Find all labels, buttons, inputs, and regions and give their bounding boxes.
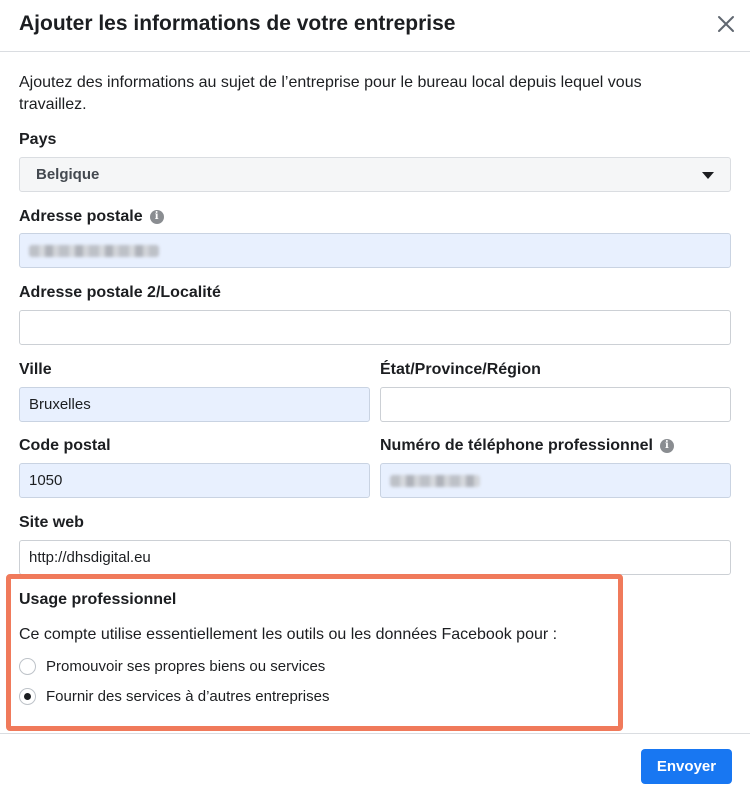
submit-button[interactable]: Envoyer <box>641 749 732 784</box>
radio-option-promote[interactable]: Promouvoir ses propres biens ou services <box>19 658 325 675</box>
radio-button[interactable] <box>19 658 36 675</box>
country-label-text: Pays <box>19 131 57 148</box>
website-input[interactable]: http://dhsdigital.eu <box>19 540 731 575</box>
info-icon[interactable]: i <box>149 210 164 224</box>
country-label: Pays <box>19 131 56 149</box>
close-icon[interactable] <box>714 12 738 36</box>
country-select[interactable]: Belgique <box>19 157 731 192</box>
city-input[interactable]: Bruxelles <box>19 387 370 422</box>
city-value: Bruxelles <box>29 396 91 413</box>
state-label: État/Province/Région <box>380 361 541 379</box>
dialog-header: Ajouter les informations de votre entrep… <box>0 0 750 52</box>
usage-title: Usage professionnel <box>19 591 177 608</box>
state-label-text: État/Province/Région <box>380 361 541 378</box>
address-label-text: Adresse postale <box>19 208 143 225</box>
city-label-text: Ville <box>19 361 52 378</box>
website-label-text: Site web <box>19 514 84 531</box>
usage-description: Ce compte utilise essentiellement les ou… <box>19 626 558 643</box>
dialog-title: Ajouter les informations de votre entrep… <box>19 12 456 35</box>
postal-code-label: Code postal <box>19 437 111 455</box>
blurred-phone-value <box>390 474 480 487</box>
address-input[interactable] <box>19 233 731 268</box>
info-icon[interactable]: i <box>659 439 674 453</box>
phone-label-text: Numéro de téléphone professionnel <box>380 437 653 454</box>
address2-input[interactable] <box>19 310 731 345</box>
address-label: Adresse postale i <box>19 208 164 226</box>
postal-code-label-text: Code postal <box>19 437 111 454</box>
postal-code-input[interactable]: 1050 <box>19 463 370 498</box>
radio-button-selected[interactable] <box>19 688 36 705</box>
website-label: Site web <box>19 514 84 532</box>
phone-label: Numéro de téléphone professionnel i <box>380 437 674 455</box>
radio-option-services[interactable]: Fournir des services à d’autres entrepri… <box>19 688 329 705</box>
state-input[interactable] <box>380 387 731 422</box>
phone-input[interactable] <box>380 463 731 498</box>
country-value: Belgique <box>36 166 100 183</box>
radio-option-label: Fournir des services à d’autres entrepri… <box>46 688 330 705</box>
website-value: http://dhsdigital.eu <box>29 549 151 566</box>
intro-text: Ajoutez des informations au sujet de l’e… <box>19 74 642 113</box>
city-label: Ville <box>19 361 52 379</box>
blurred-address-value <box>29 244 159 257</box>
footer-divider <box>0 733 750 734</box>
postal-code-value: 1050 <box>29 472 63 489</box>
address2-label: Adresse postale 2/Localité <box>19 284 221 302</box>
address2-label-text: Adresse postale 2/Localité <box>19 284 221 301</box>
radio-option-label: Promouvoir ses propres biens ou services <box>46 658 326 675</box>
caret-down-icon <box>702 172 714 179</box>
